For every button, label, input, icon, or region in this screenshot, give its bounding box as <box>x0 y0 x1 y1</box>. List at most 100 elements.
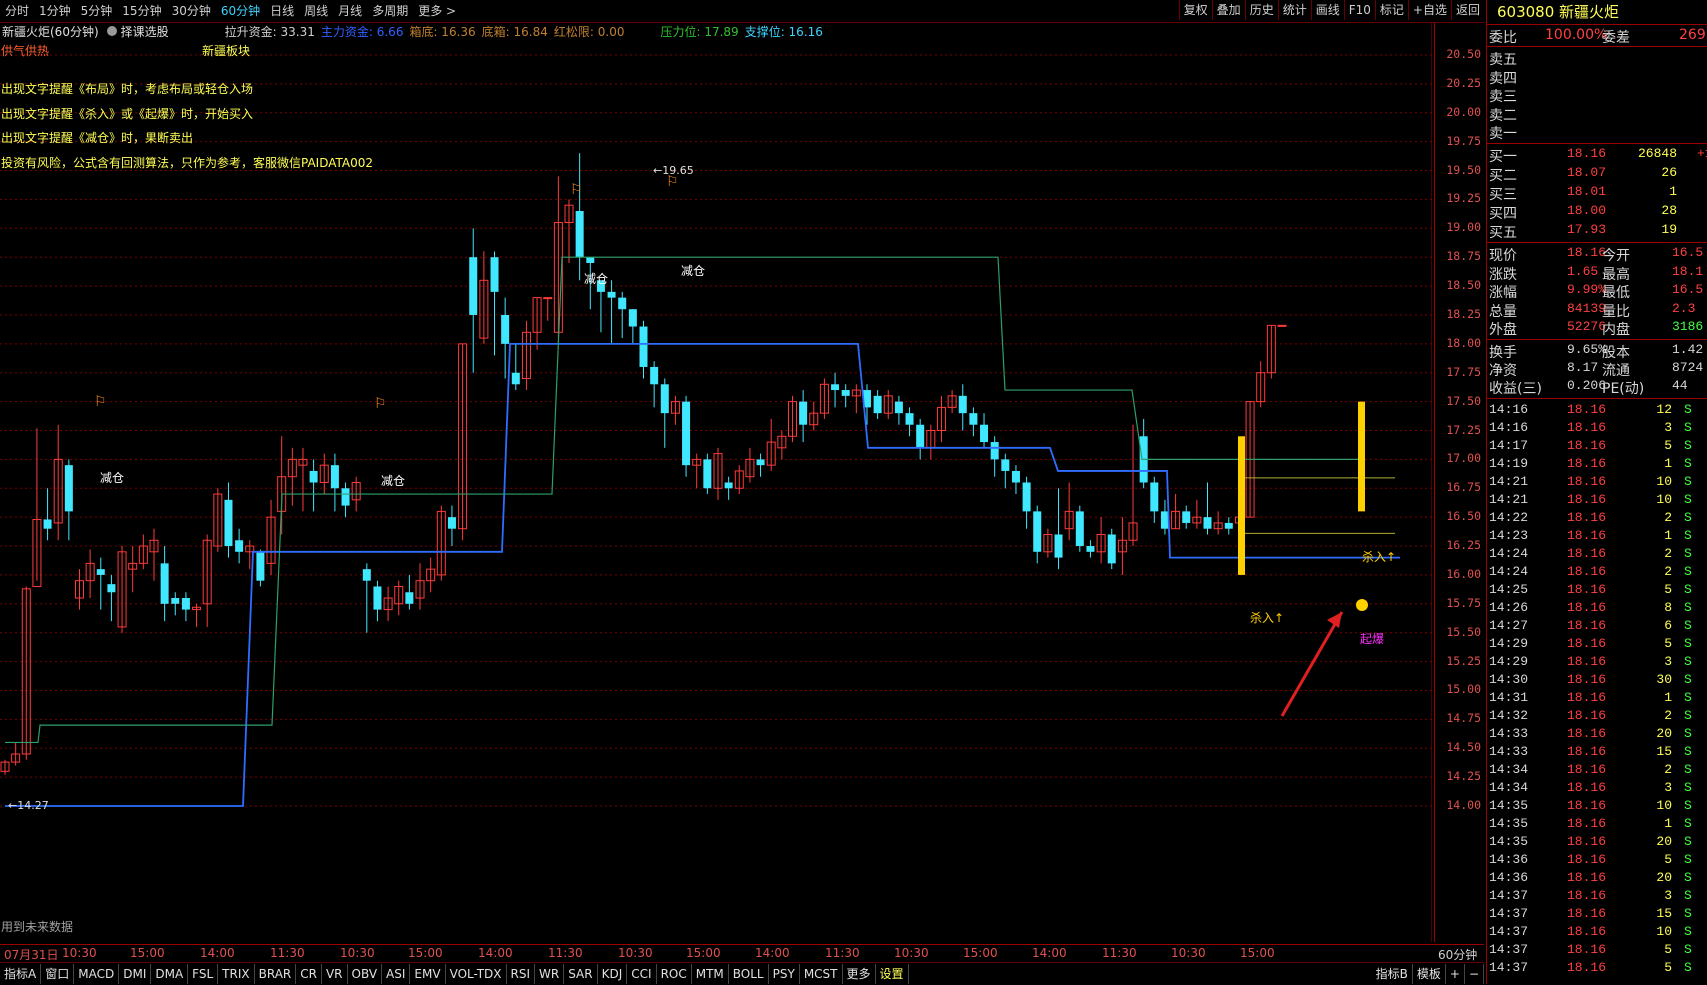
tick-volume: 30 <box>1656 672 1672 687</box>
candle-body <box>969 413 978 425</box>
tick-time: 14:24 <box>1489 546 1529 561</box>
price-tick-label: 14.25 <box>1446 769 1481 784</box>
indicator-tab[interactable]: DMI <box>119 964 152 984</box>
tick-price: 18.16 <box>1567 834 1607 849</box>
indicator-tab[interactable]: 更多 <box>843 964 876 984</box>
indicator-tab[interactable]: CCI <box>627 964 657 984</box>
indicator-tab[interactable]: MCST <box>800 964 843 984</box>
indicator-tab[interactable]: BOLL <box>729 964 769 984</box>
indicator-value: 红松限: 0.00 <box>553 24 625 39</box>
indicator-tab[interactable]: PSY <box>769 964 800 984</box>
indicator-tab[interactable]: MACD <box>74 964 120 984</box>
timeframe-tab[interactable]: 周线 <box>299 0 333 22</box>
quote-stat-row: 换手 9.65% 股本 1.42 <box>1487 342 1707 361</box>
timeframe-tab[interactable]: 分时 <box>0 0 34 22</box>
toolbar-button[interactable]: 复权 <box>1178 0 1212 20</box>
candle-body <box>171 598 180 604</box>
timeframe-tabs: 分时 1分钟 5分钟 15分钟 30分钟 60分钟 日线 周线 月线 多周期 更多 > <box>0 0 461 22</box>
candle-body <box>1224 522 1233 529</box>
timeframe-tab[interactable]: 5分钟 <box>76 0 118 22</box>
stat-label: 涨跌 <box>1489 266 1517 283</box>
candle-body <box>405 592 414 604</box>
indicator-tab[interactable]: ROC <box>657 964 692 984</box>
stat-label: 流通 <box>1602 363 1630 379</box>
timeframe-tab[interactable]: 日线 <box>265 0 299 22</box>
indicator-tab[interactable]: 设置 <box>876 964 909 984</box>
indicator-tab[interactable]: RSI <box>507 964 536 984</box>
stat-value: 0.206 <box>1567 378 1607 393</box>
candle-body <box>1033 511 1042 552</box>
timeframe-tab[interactable]: 1分钟 <box>34 0 76 22</box>
price-tick-label: 18.25 <box>1446 306 1481 321</box>
tick-row: 14:24 18.16 2 S <box>1487 546 1707 564</box>
selector-label[interactable]: 择课选股 <box>121 23 169 40</box>
indicator-tab[interactable]: 窗口 <box>41 964 75 984</box>
indicator-tab[interactable]: TRIX <box>218 964 255 984</box>
indicator-tab[interactable]: CR <box>296 964 322 984</box>
candle-body <box>469 257 478 315</box>
stat-value: 3186 <box>1672 319 1704 334</box>
tick-row: 14:21 18.16 10 S <box>1487 474 1707 492</box>
template-button[interactable]: 模板 <box>1413 964 1446 984</box>
toolbar-button[interactable]: 历史 <box>1244 0 1278 20</box>
toolbar-button[interactable]: +自选 <box>1407 0 1451 20</box>
stat-label: 内盘 <box>1602 322 1630 338</box>
timeframe-tab[interactable]: 月线 <box>333 0 367 22</box>
candle-body <box>490 257 499 292</box>
timeframe-tab[interactable]: 15分钟 <box>117 0 166 22</box>
indicator-tab[interactable]: SAR <box>564 964 598 984</box>
selector-icon[interactable] <box>106 26 117 36</box>
price-tick-label: 17.00 <box>1446 451 1481 466</box>
tick-volume: 15 <box>1656 744 1672 759</box>
tick-volume: 12 <box>1656 402 1672 417</box>
template-button[interactable]: − <box>1465 964 1484 984</box>
candle-body <box>841 390 850 396</box>
indicator-value: 底箱: 16.84 <box>481 24 548 39</box>
time-tick-label: 07月31日 <box>4 948 59 962</box>
toolbar-button[interactable]: 叠加 <box>1211 0 1245 20</box>
indicator-tab[interactable]: VR <box>322 964 348 984</box>
timeframe-tab[interactable]: 更多 > <box>413 0 461 22</box>
tick-row: 14:17 18.16 5 S <box>1487 438 1707 456</box>
indicator-tab[interactable]: EMV <box>410 964 446 984</box>
timeframe-tab[interactable]: 30分钟 <box>167 0 216 22</box>
timeframe-tab[interactable]: 多周期 <box>367 0 413 22</box>
indicator-tab[interactable]: FSL <box>188 964 219 984</box>
toolbar-button[interactable]: 返回 <box>1450 0 1484 20</box>
price-tick-label: 20.50 <box>1446 47 1481 61</box>
indicator-tab[interactable]: MTM <box>692 964 729 984</box>
template-button[interactable]: 指标B <box>1372 964 1413 984</box>
template-button[interactable]: + <box>1446 964 1465 984</box>
tick-volume: 5 <box>1664 942 1672 957</box>
buy-level: 买四 18.00 28 <box>1487 203 1707 222</box>
candle-body <box>224 499 233 547</box>
price-tick-label: 19.25 <box>1446 191 1481 206</box>
indicator-tab[interactable]: DMA <box>151 964 189 984</box>
tick-time: 14:33 <box>1489 726 1529 741</box>
tick-time: 14:35 <box>1489 816 1529 831</box>
toolbar-button[interactable]: F10 <box>1343 0 1375 20</box>
indicator-tab[interactable]: KDJ <box>598 964 628 984</box>
toolbar-button[interactable]: 标记 <box>1374 0 1408 20</box>
indicator-tab[interactable]: OBV <box>348 964 383 984</box>
tick-volume: 10 <box>1656 798 1672 813</box>
tick-price: 18.16 <box>1567 942 1607 957</box>
indicator-tab[interactable]: BRAR <box>255 964 297 984</box>
indicator-tab[interactable]: VOL-TDX <box>446 964 507 984</box>
stat-value: 18.1 <box>1672 263 1704 279</box>
toolbar-button[interactable]: 画线 <box>1310 0 1344 20</box>
tick-volume: 8 <box>1664 600 1672 615</box>
sell-level-label: 卖四 <box>1489 70 1517 87</box>
tick-volume: 1 <box>1664 456 1672 471</box>
indicator-tab[interactable]: WR <box>535 964 565 984</box>
price-tick-label: 17.25 <box>1446 422 1481 437</box>
stat-value: 2.3 <box>1672 300 1696 316</box>
toolbar-button[interactable]: 统计 <box>1277 0 1311 20</box>
tick-row: 14:19 18.16 1 S <box>1487 456 1707 474</box>
quote-stat-row: 涨幅 9.99% 最低 16.5 <box>1487 282 1707 301</box>
indicator-tab[interactable]: ASI <box>382 964 411 984</box>
price-tick-label: 14.75 <box>1446 711 1481 726</box>
indicator-tab[interactable]: 指标A <box>0 964 42 984</box>
timeframe-tab[interactable]: 60分钟 <box>216 0 265 22</box>
tick-time: 14:29 <box>1489 636 1529 651</box>
